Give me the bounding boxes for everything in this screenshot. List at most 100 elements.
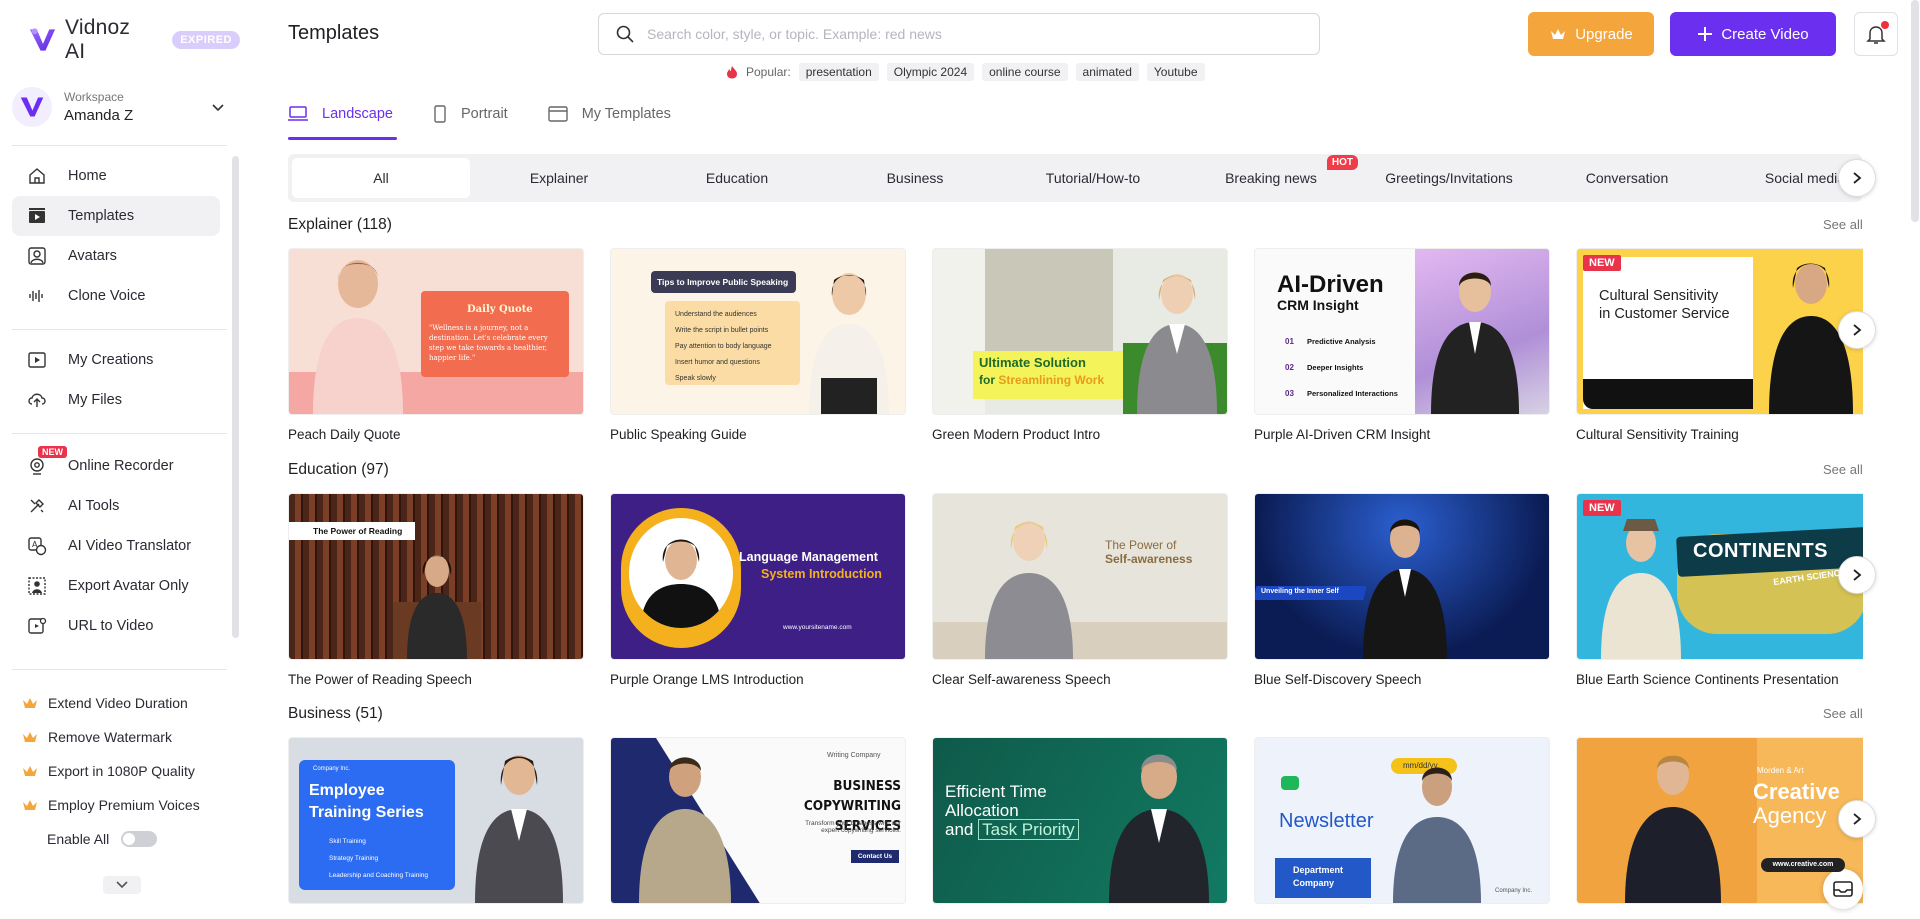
search-input[interactable]: [647, 26, 1247, 42]
template-card[interactable]: NEW Cultural Sensitivity in Customer Ser…: [1576, 248, 1863, 442]
template-thumbnail[interactable]: Tips to Improve Public Speaking Understa…: [610, 248, 906, 415]
section-title-education: Education (97): [288, 461, 389, 478]
category-education[interactable]: Education: [648, 158, 826, 198]
template-title: The Power of Reading Speech: [288, 672, 472, 687]
popular-tag[interactable]: Olympic 2024: [886, 63, 975, 81]
popular-tag[interactable]: presentation: [798, 63, 879, 81]
workspace-logo-icon: [20, 97, 44, 117]
category-tutorial[interactable]: Tutorial/How-to: [1004, 158, 1182, 198]
template-title: Public Speaking Guide: [610, 427, 747, 442]
template-card[interactable]: Language Management System Introduction …: [610, 493, 906, 687]
template-thumbnail[interactable]: Ultimate Solution for Streamlining Work: [932, 248, 1228, 415]
category-all[interactable]: All: [292, 158, 470, 198]
template-thumbnail[interactable]: Language Management System Introduction …: [610, 493, 906, 660]
sidebar-item-my-files[interactable]: My Files: [12, 380, 220, 420]
see-all-link[interactable]: See all: [1823, 706, 1863, 721]
overlay-text: and: [945, 820, 974, 839]
template-card[interactable]: Ultimate Solution for Streamlining Work …: [932, 248, 1228, 442]
sidebar-item-online-recorder[interactable]: NEW Online Recorder: [12, 446, 220, 486]
template-card[interactable]: Company Inc. Employee Training Series Sk…: [288, 737, 584, 916]
template-thumbnail[interactable]: Morden & Art Creative Agency www.creativ…: [1576, 737, 1863, 904]
tab-landscape[interactable]: Landscape: [288, 96, 397, 140]
template-card[interactable]: AI-Driven CRM Insight 01 02 03 Predictiv…: [1254, 248, 1550, 442]
template-thumbnail[interactable]: NEW Cultural Sensitivity in Customer Ser…: [1576, 248, 1863, 415]
premium-item[interactable]: Remove Watermark: [22, 720, 222, 754]
sidebar-scrollbar[interactable]: [232, 156, 239, 638]
fire-icon: [727, 66, 737, 79]
sidebar-item-clone-voice[interactable]: Clone Voice: [12, 276, 220, 316]
sidebar-expand-button[interactable]: [103, 876, 141, 894]
overlay-text: Tips to Improve Public Speaking: [657, 277, 789, 287]
popular-tag[interactable]: Youtube: [1146, 63, 1205, 81]
template-card[interactable]: Unveiling the Inner Self Blue Self-Disco…: [1254, 493, 1550, 687]
premium-item-label: Remove Watermark: [48, 729, 172, 745]
see-all-link[interactable]: See all: [1823, 217, 1863, 232]
overlay-text: Company Inc.: [1495, 888, 1533, 894]
template-thumbnail[interactable]: Company Inc. Employee Training Series Sk…: [288, 737, 584, 904]
overlay-text: Creative: [1753, 779, 1840, 804]
support-chat-button[interactable]: [1823, 869, 1863, 909]
premium-item[interactable]: Extend Video Duration: [22, 686, 222, 720]
see-all-link[interactable]: See all: [1823, 462, 1863, 477]
category-business[interactable]: Business: [826, 158, 1004, 198]
popular-tag[interactable]: animated: [1075, 63, 1139, 81]
page-scrollbar[interactable]: [1911, 0, 1919, 222]
sidebar-item-export-avatar-only[interactable]: Export Avatar Only: [12, 566, 220, 606]
category-breaking-news[interactable]: Breaking news HOT: [1182, 155, 1360, 198]
webcam-icon: [26, 455, 48, 477]
notifications-button[interactable]: [1854, 12, 1898, 56]
app-logo[interactable]: Vidnoz AI EXPIRED: [28, 16, 240, 64]
sidebar-item-ai-video-translator[interactable]: A AI Video Translator: [12, 526, 220, 566]
sidebar-item-templates[interactable]: Templates: [12, 196, 220, 236]
sidebar-item-ai-tools[interactable]: AI Tools: [12, 486, 220, 526]
template-card[interactable]: Morden & Art Creative Agency www.creativ…: [1576, 737, 1863, 916]
row-next-button[interactable]: [1838, 800, 1876, 838]
template-card[interactable]: mm/dd/yy Newsletter Department Company C…: [1254, 737, 1550, 916]
avatar-presenter-image: [639, 757, 731, 903]
template-thumbnail[interactable]: The Power of Reading: [288, 493, 584, 660]
workspace-switcher[interactable]: Workspace Amanda Z: [12, 82, 226, 132]
template-card[interactable]: Writing Company BUSINESS COPYWRITING SER…: [610, 737, 906, 916]
template-thumbnail[interactable]: NEW CONTINENTS EARTH SCIENCE: [1576, 493, 1863, 660]
template-card[interactable]: Efficient Time Allocation and Task Prior…: [932, 737, 1228, 916]
premium-item[interactable]: Export in 1080P Quality: [22, 754, 222, 788]
template-card[interactable]: The Power of Reading The Power of Readin…: [288, 493, 584, 687]
sidebar-item-label: AI Video Translator: [68, 538, 192, 554]
template-card[interactable]: Tips to Improve Public Speaking Understa…: [610, 248, 906, 442]
sidebar-item-my-creations[interactable]: My Creations: [12, 340, 220, 380]
row-next-button[interactable]: [1838, 311, 1876, 349]
avatar-presenter-image: [1109, 754, 1209, 903]
premium-item[interactable]: Employ Premium Voices: [22, 788, 222, 822]
template-card[interactable]: Daily Quote "Wellness is a journey, not …: [288, 248, 584, 442]
template-card[interactable]: The Power of Self-awareness Clear Self-a…: [932, 493, 1228, 687]
create-video-button[interactable]: Create Video: [1670, 12, 1836, 56]
template-card[interactable]: NEW CONTINENTS EARTH SCIENCE Blue Earth …: [1576, 493, 1863, 687]
template-thumbnail[interactable]: Daily Quote "Wellness is a journey, not …: [288, 248, 584, 415]
category-conversation[interactable]: Conversation: [1538, 158, 1716, 198]
sidebar-item-avatars[interactable]: Avatars: [12, 236, 220, 276]
category-explainer[interactable]: Explainer: [470, 158, 648, 198]
translate-icon: A: [26, 535, 48, 557]
popular-tag[interactable]: online course: [982, 63, 1068, 81]
popular-tags: Popular: presentation Olympic 2024 onlin…: [726, 63, 1205, 81]
template-thumbnail[interactable]: Unveiling the Inner Self: [1254, 493, 1550, 660]
upgrade-button[interactable]: Upgrade: [1528, 12, 1654, 56]
template-thumbnail[interactable]: Efficient Time Allocation and Task Prior…: [932, 737, 1228, 904]
category-next-button[interactable]: [1838, 159, 1876, 197]
template-thumbnail[interactable]: mm/dd/yy Newsletter Department Company C…: [1254, 737, 1550, 904]
template-thumbnail[interactable]: Writing Company BUSINESS COPYWRITING SER…: [610, 737, 906, 904]
chevron-down-icon[interactable]: [210, 99, 226, 115]
sidebar-item-home[interactable]: Home: [12, 156, 220, 196]
tab-portrait[interactable]: Portrait: [433, 96, 512, 132]
main-content: Templates Popular: presentation Olympic …: [288, 0, 1920, 919]
category-bar: All Explainer Education Business Tutoria…: [288, 154, 1862, 202]
search-bar[interactable]: [598, 13, 1320, 55]
template-thumbnail[interactable]: The Power of Self-awareness: [932, 493, 1228, 660]
overlay-text: Unveiling the Inner Self: [1261, 588, 1339, 595]
overlay-text: Task Priority: [978, 819, 1079, 840]
sidebar-item-url-to-video[interactable]: URL to Video: [12, 606, 220, 646]
template-thumbnail[interactable]: AI-Driven CRM Insight 01 02 03 Predictiv…: [1254, 248, 1550, 415]
category-greetings[interactable]: Greetings/Invitations: [1360, 158, 1538, 198]
enable-all-toggle[interactable]: [121, 831, 158, 847]
tab-my-templates[interactable]: My Templates: [548, 96, 675, 132]
